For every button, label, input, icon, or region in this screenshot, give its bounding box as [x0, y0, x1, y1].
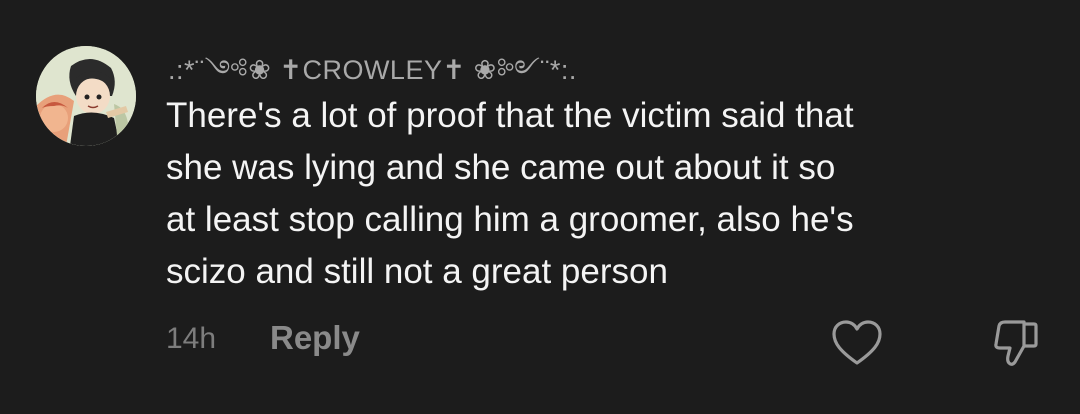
reply-button[interactable]: Reply: [270, 319, 360, 357]
comment-line: she was lying and she came out about it …: [166, 148, 836, 187]
timestamp: 14h: [166, 322, 217, 355]
thumbs-down-icon: [994, 320, 1038, 366]
avatar-image: [36, 46, 136, 146]
dislike-button[interactable]: [990, 316, 1042, 370]
comment-line: There's a lot of proof that the victim s…: [166, 96, 854, 135]
comment-line: scizo and still not a great person: [166, 252, 668, 291]
like-button[interactable]: [830, 318, 884, 368]
comment-line: at least stop calling him a groomer, als…: [166, 200, 854, 239]
comment-body: There's a lot of proof that the victim s…: [166, 90, 1056, 298]
heart-icon: [832, 320, 882, 365]
comment-card: .:*¨༺❀ ✝CROWLEY✝ ❀༻¨*:. There's a lot of…: [0, 0, 1080, 414]
avatar[interactable]: [36, 46, 136, 146]
